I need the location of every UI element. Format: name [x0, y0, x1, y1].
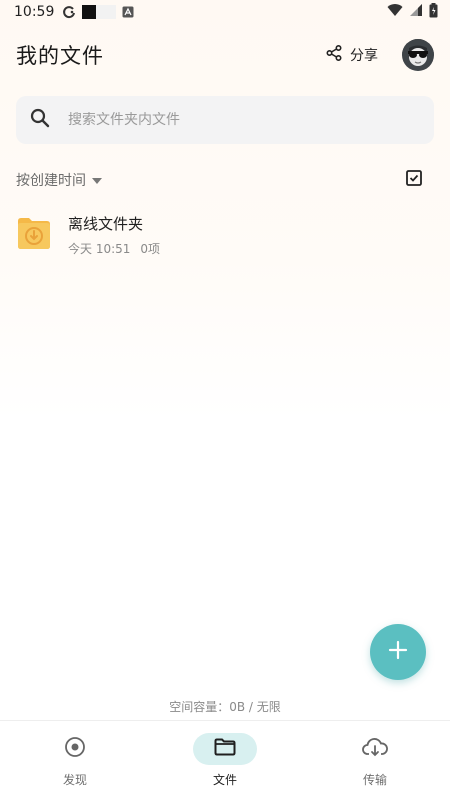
screen: 10:59 我的文件 分享 搜索文件夹内文件 按创建时间 离线文件夹 今天 10…	[0, 0, 450, 800]
file-count: 0项	[140, 242, 161, 256]
share-label: 分享	[350, 48, 378, 64]
sort-button[interactable]: 按创建时间	[16, 170, 102, 190]
status-bar: 10:59	[0, 0, 450, 24]
page-title: 我的文件	[16, 44, 104, 68]
offline-folder-icon	[16, 215, 52, 255]
select-all-button[interactable]	[406, 170, 422, 190]
sync-icon	[62, 5, 76, 19]
folder-icon	[214, 738, 236, 760]
nav-label-files: 文件	[212, 773, 237, 787]
search-icon	[30, 108, 50, 132]
share-icon	[326, 44, 342, 65]
bottom-nav: 发现 文件 传输	[0, 720, 450, 800]
nav-item-files[interactable]: 文件	[165, 721, 285, 788]
file-name: 离线文件夹	[68, 215, 144, 233]
autofill-icon	[122, 6, 134, 18]
cloud-download-icon	[362, 737, 388, 761]
signal-icon	[409, 3, 423, 21]
avatar-sunglasses-icon	[402, 39, 434, 71]
sort-label: 按创建时间	[16, 173, 86, 189]
discover-icon	[64, 736, 86, 762]
share-button[interactable]: 分享	[326, 44, 378, 65]
storage-capacity: 空间容量：0B / 无限	[169, 700, 281, 714]
status-time: 10:59	[14, 4, 55, 20]
add-button[interactable]	[370, 624, 426, 680]
file-info: 离线文件夹 今天 10:51 0项	[68, 213, 160, 257]
nav-icon-wrap-active	[193, 733, 257, 765]
sort-row: 按创建时间	[16, 166, 434, 194]
checkbox-icon	[406, 170, 422, 190]
nav-item-discover[interactable]: 发现	[15, 721, 135, 788]
nav-item-transfer[interactable]: 传输	[315, 721, 435, 788]
list-item[interactable]: 离线文件夹 今天 10:51 0项	[16, 210, 434, 260]
app-notification-icon	[82, 4, 117, 20]
file-meta: 今天 10:51 0项	[68, 240, 160, 257]
battery-icon	[429, 2, 438, 22]
search-bar	[16, 96, 434, 144]
search-input[interactable]	[68, 112, 420, 128]
caret-down-icon	[92, 172, 102, 188]
nav-icon-wrap	[43, 733, 107, 765]
wifi-icon	[387, 3, 403, 21]
nav-label-discover: 发现	[62, 773, 87, 787]
app-header: 我的文件 分享	[0, 28, 450, 82]
avatar[interactable]	[402, 39, 434, 71]
status-right-icons	[387, 2, 438, 22]
plus-icon	[388, 640, 408, 664]
nav-label-transfer: 传输	[362, 773, 387, 787]
nav-icon-wrap	[343, 733, 407, 765]
file-date: 今天 10:51	[68, 242, 131, 256]
